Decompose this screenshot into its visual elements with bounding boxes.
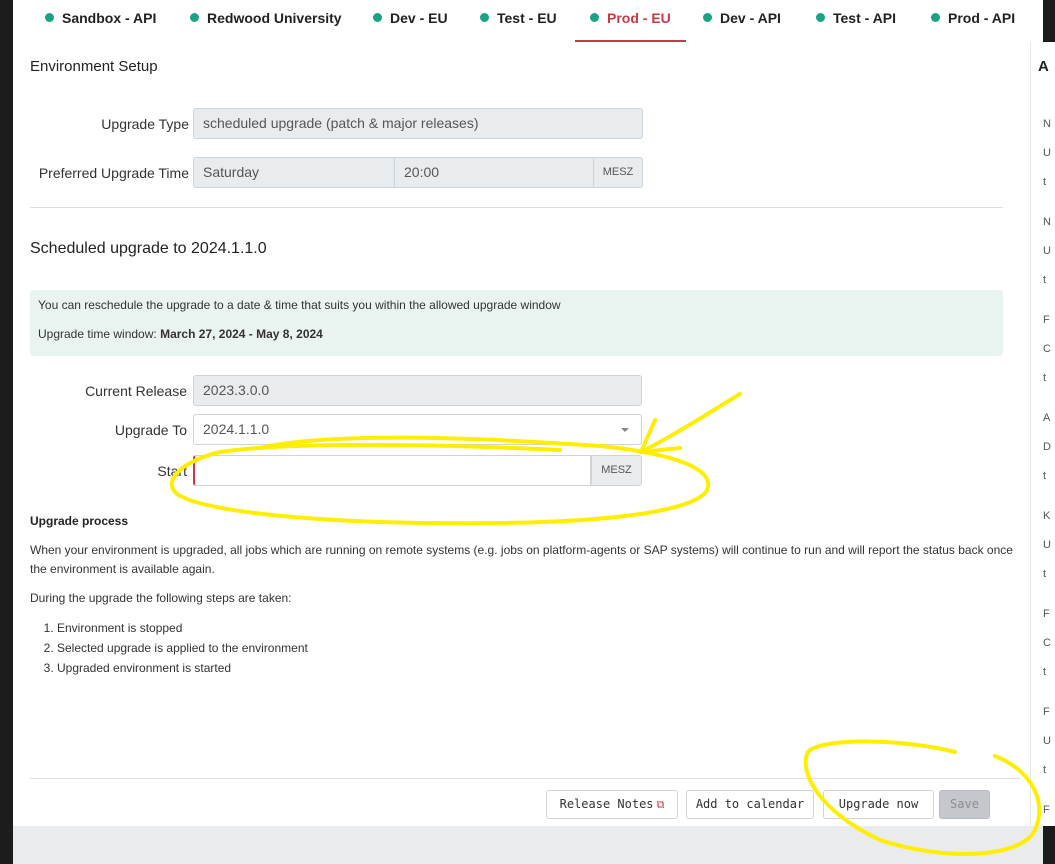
tab-sandbox-api[interactable]: Sandbox - API (45, 0, 156, 42)
status-dot-icon (373, 13, 382, 22)
right-side-panel: A N Ut N Ut F Ct A Dt K Ut F Ct F Ut F (1030, 42, 1055, 826)
upgrade-steps-intro: During the upgrade the following steps a… (30, 591, 292, 605)
upgrade-to-selected-value: 2024.1.1.0 (203, 421, 270, 437)
upgrade-process-description: When your environment is upgraded, all j… (30, 543, 1013, 576)
status-dot-icon (703, 13, 712, 22)
right-panel-char: N (1043, 216, 1051, 228)
right-panel-char: C (1043, 637, 1051, 649)
tab-redwood-university[interactable]: Redwood University (190, 0, 342, 42)
upgrade-now-button[interactable]: Upgrade now (823, 790, 934, 819)
current-release-field: 2023.3.0.0 (193, 375, 642, 406)
status-dot-icon (480, 13, 489, 22)
current-release-label: Current Release (85, 383, 187, 399)
right-panel-char: t (1043, 470, 1047, 482)
right-panel-char: F (1043, 608, 1050, 620)
save-button[interactable]: Save (939, 790, 990, 819)
right-panel-char: N (1043, 118, 1051, 130)
status-dot-icon (816, 13, 825, 22)
upgrade-process-title: Upgrade process (30, 514, 129, 528)
status-dot-icon (190, 13, 199, 22)
right-panel-char: K (1043, 510, 1051, 522)
right-panel-char: U (1043, 245, 1051, 257)
right-panel-char: F (1043, 314, 1050, 326)
upgrade-type-field: scheduled upgrade (patch & major release… (193, 108, 643, 139)
external-link-icon: ⧉ (656, 798, 665, 811)
start-label: Start (157, 463, 187, 479)
environment-setup-title: Environment Setup (30, 58, 158, 75)
right-panel-char: F (1043, 804, 1050, 816)
right-panel-char: U (1043, 147, 1051, 159)
upgrade-to-label: Upgrade To (114, 422, 187, 438)
right-panel-char: t (1043, 568, 1047, 580)
right-panel-char: t (1043, 372, 1047, 384)
right-panel-char: U (1043, 539, 1051, 551)
list-item: Environment is stopped (57, 618, 308, 638)
footer-bar (13, 826, 1043, 864)
upgrade-to-select[interactable]: 2024.1.1.0 (193, 414, 642, 445)
tab-dev-eu[interactable]: Dev - EU (373, 0, 448, 42)
chevron-down-icon (621, 428, 629, 432)
section-divider (30, 207, 1003, 208)
right-panel-char: A (1043, 412, 1051, 424)
start-timezone-addon: MESZ (591, 455, 642, 486)
list-item: Upgraded environment is started (57, 658, 308, 678)
right-panel-char: t (1043, 176, 1047, 188)
upgrade-type-label: Upgrade Type (101, 116, 189, 132)
right-panel-heading: A (1038, 58, 1049, 75)
upgrade-steps-list: Environment is stopped Selected upgrade … (30, 618, 308, 678)
right-panel-char: t (1043, 666, 1047, 678)
reschedule-info-text: You can reschedule the upgrade to a date… (38, 298, 561, 312)
right-panel-char: t (1043, 764, 1047, 776)
add-to-calendar-button[interactable]: Add to calendar (686, 790, 814, 819)
footer-divider (30, 778, 1020, 779)
status-dot-icon (45, 13, 54, 22)
tab-dev-api[interactable]: Dev - API (703, 0, 781, 42)
status-dot-icon (590, 13, 599, 22)
list-item: Selected upgrade is applied to the envir… (57, 638, 308, 658)
upgrade-window-text: Upgrade time window: March 27, 2024 - Ma… (38, 327, 323, 341)
right-panel-char: t (1043, 274, 1047, 286)
preferred-day-field: Saturday (193, 157, 395, 188)
tab-prod-api[interactable]: Prod - API (931, 0, 1015, 42)
preferred-time-field: 20:00 (394, 157, 594, 188)
upgrade-window-info: You can reschedule the upgrade to a date… (30, 290, 1003, 356)
right-panel-char: D (1043, 441, 1051, 453)
release-notes-button[interactable]: Release Notes ⧉ (546, 790, 678, 819)
preferred-upgrade-time-label: Preferred Upgrade Time (38, 165, 189, 181)
environment-tabs: Sandbox - API Redwood University Dev - E… (13, 0, 1043, 42)
right-panel-char: F (1043, 706, 1050, 718)
upgrade-window-dates: March 27, 2024 - May 8, 2024 (160, 327, 323, 341)
right-panel-char: U (1043, 735, 1051, 747)
tab-test-api[interactable]: Test - API (816, 0, 896, 42)
status-dot-icon (931, 13, 940, 22)
tab-test-eu[interactable]: Test - EU (480, 0, 557, 42)
scheduled-upgrade-title: Scheduled upgrade to 2024.1.1.0 (30, 240, 267, 257)
right-panel-char: C (1043, 343, 1051, 355)
start-datetime-input[interactable] (193, 455, 591, 486)
preferred-timezone-addon: MESZ (593, 157, 643, 188)
tab-prod-eu[interactable]: Prod - EU (575, 0, 686, 42)
